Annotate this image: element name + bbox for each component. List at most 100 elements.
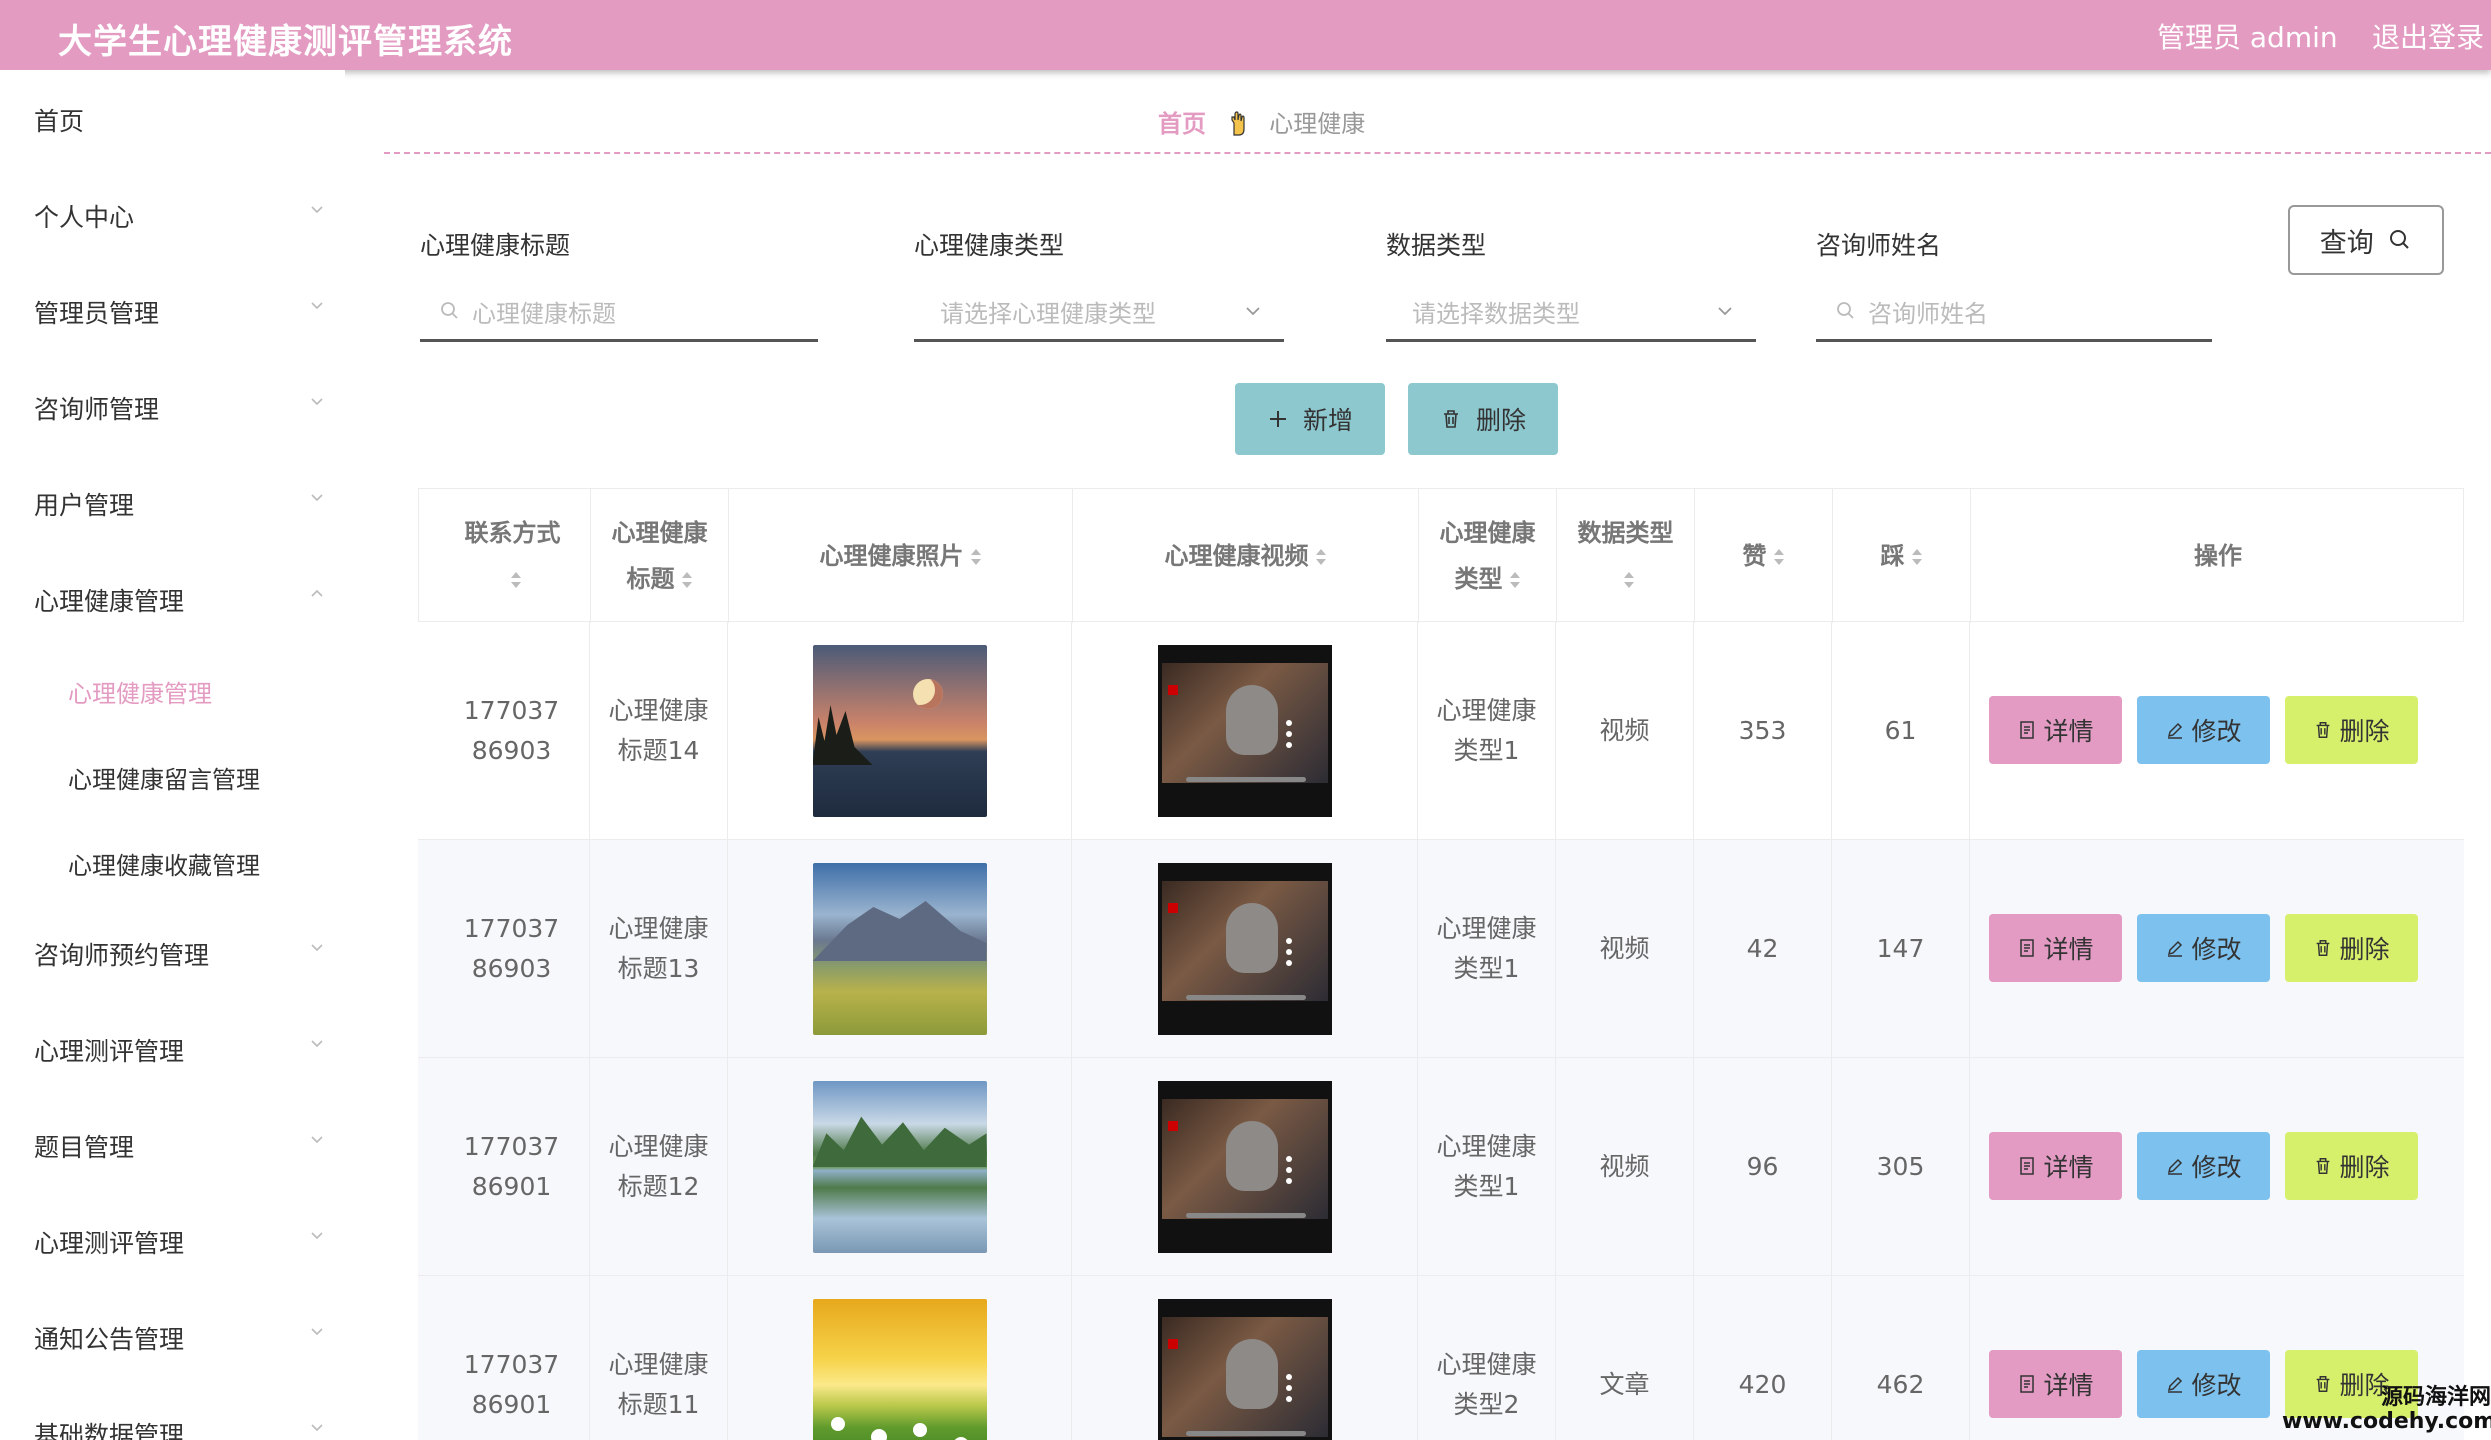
video-player[interactable] (1157, 1299, 1332, 1440)
query-button[interactable]: 查询 (2288, 205, 2444, 275)
detail-button[interactable]: 详情 (1989, 1132, 2122, 1200)
video-player[interactable] (1157, 645, 1332, 817)
counselor-search-input[interactable]: 咨询师姓名 (1816, 286, 2212, 342)
sidebar-item-personal-center[interactable]: 个人中心 (34, 198, 324, 234)
cell-dislikes: 61 (1832, 622, 1970, 840)
sidebar-item-users[interactable]: 用户管理 (34, 486, 324, 522)
more-vertical-icon[interactable] (1285, 1373, 1292, 1403)
col-photo[interactable]: 心理健康照片 (729, 489, 1073, 623)
photo-thumbnail[interactable] (812, 645, 987, 817)
more-vertical-icon[interactable] (1285, 1155, 1292, 1185)
chevron-up-icon (311, 589, 323, 597)
cell-data-type: 文章 (1556, 1276, 1694, 1440)
chevron-down-icon (1246, 307, 1260, 316)
sidebar-subitem-favorites[interactable]: 心理健康收藏管理 (68, 846, 260, 881)
sort-icon (1623, 572, 1634, 588)
query-button-label: 查询 (2319, 227, 2374, 259)
col-data-type-label: 数据类型 (1577, 519, 1674, 547)
sidebar-item-base-data[interactable]: 基础数据管理 (34, 1416, 324, 1440)
col-title[interactable]: 心理健康标题 (591, 489, 729, 623)
delete-button[interactable]: 删除 (2285, 1132, 2418, 1200)
sidebar-item-assessment[interactable]: 心理测评管理 (34, 1032, 324, 1068)
cell-contact: 17703786901 (434, 1276, 590, 1440)
detail-button[interactable]: 详情 (1989, 1350, 2122, 1418)
batch-delete-button[interactable]: 删除 (1408, 383, 1558, 455)
photo-thumbnail[interactable] (812, 863, 987, 1035)
col-data-type[interactable]: 数据类型 (1557, 489, 1695, 623)
cell-video (1072, 622, 1418, 840)
video-player[interactable] (1157, 863, 1332, 1035)
cell-title: 心理健康标题11 (590, 1276, 728, 1440)
type-select[interactable]: 请选择心理健康类型 (914, 286, 1284, 342)
edit-button[interactable]: 修改 (2137, 1350, 2270, 1418)
cell-dislikes: 305 (1832, 1058, 1970, 1276)
cell-video (1072, 840, 1418, 1058)
sidebar-subitem-mental-health[interactable]: 心理健康管理 (68, 674, 212, 709)
col-contact[interactable]: 联系方式 (435, 489, 591, 623)
edit-button[interactable]: 修改 (2137, 914, 2270, 982)
sidebar-item-home[interactable]: 首页 (34, 102, 324, 138)
edit-button[interactable]: 修改 (2137, 1132, 2270, 1200)
search-icon (441, 302, 458, 319)
delete-button[interactable]: 删除 (2285, 914, 2418, 982)
add-button-label: 新增 (1302, 406, 1353, 435)
delete-button[interactable]: 删除 (2285, 696, 2418, 764)
col-contact-label: 联系方式 (464, 519, 561, 547)
cell-type: 心理健康类型1 (1418, 1058, 1556, 1276)
more-vertical-icon[interactable] (1285, 937, 1292, 967)
col-video[interactable]: 心理健康视频 (1073, 489, 1419, 623)
table-header: 联系方式 心理健康标题 心理健康照片 心理健康视频 心理健康类型 数据类型 赞 … (418, 488, 2465, 623)
video-player[interactable] (1157, 1081, 1332, 1253)
chevron-down-icon (311, 398, 323, 406)
logout-link[interactable]: 退出登录 (2372, 16, 2484, 56)
data-type-select[interactable]: 请选择数据类型 (1386, 286, 1756, 342)
sort-icon (970, 549, 981, 565)
sort-icon (1773, 549, 1784, 565)
cell-likes: 96 (1694, 1058, 1832, 1276)
sidebar-item-mental-health[interactable]: 心理健康管理 (34, 582, 324, 618)
chevron-down-icon (311, 1136, 323, 1144)
chevron-down-icon (311, 1232, 323, 1240)
col-dislikes[interactable]: 踩 (1833, 489, 1971, 623)
more-vertical-icon[interactable] (1285, 719, 1292, 749)
title-search-input[interactable]: 心理健康标题 (420, 286, 818, 342)
sort-icon (1315, 549, 1326, 565)
sidebar-item-admin[interactable]: 管理员管理 (34, 294, 324, 330)
edit-button[interactable]: 修改 (2137, 696, 2270, 764)
col-likes[interactable]: 赞 (1695, 489, 1833, 623)
sort-icon (1911, 549, 1922, 565)
sidebar-item-counselor[interactable]: 咨询师管理 (34, 390, 324, 426)
cell-video (1072, 1058, 1418, 1276)
sidebar-item-questions[interactable]: 题目管理 (34, 1128, 324, 1164)
cell-type: 心理健康类型1 (1418, 622, 1556, 840)
photo-thumbnail[interactable] (812, 1081, 987, 1253)
breadcrumb-current: 心理健康 (1269, 110, 1366, 138)
chevron-down-icon (311, 1424, 323, 1432)
trash-icon (1444, 410, 1459, 428)
cell-likes: 42 (1694, 840, 1832, 1058)
sidebar-item-assessment-2[interactable]: 心理测评管理 (34, 1224, 324, 1260)
sidebar-item-appointments[interactable]: 咨询师预约管理 (34, 936, 324, 972)
photo-thumbnail[interactable] (812, 1299, 987, 1440)
document-icon (2020, 939, 2035, 957)
add-button[interactable]: 新增 (1235, 383, 1385, 455)
cell-contact: 17703786903 (434, 840, 590, 1058)
col-ops: 操作 (1971, 489, 2465, 623)
detail-button[interactable]: 详情 (1989, 696, 2122, 764)
trash-icon (2317, 1158, 2330, 1174)
chevron-down-icon (311, 944, 323, 952)
chevron-down-icon (311, 1040, 323, 1048)
document-icon (2020, 1375, 2035, 1393)
sidebar-subitem-comments[interactable]: 心理健康留言管理 (68, 760, 260, 795)
current-user[interactable]: 管理员 admin (2157, 16, 2338, 56)
cell-data-type: 视频 (1556, 1058, 1694, 1276)
detail-button[interactable]: 详情 (1989, 914, 2122, 982)
col-type[interactable]: 心理健康类型 (1419, 489, 1557, 623)
sidebar-item-label: 用户管理 (34, 491, 135, 520)
breadcrumb-home[interactable]: 首页 (1158, 110, 1206, 138)
document-icon (2020, 721, 2035, 739)
sidebar-item-notices[interactable]: 通知公告管理 (34, 1320, 324, 1356)
sidebar-item-label: 首页 (34, 107, 85, 136)
chevron-down-icon (311, 1328, 323, 1336)
breadcrumb: 首页 心理健康 (1158, 104, 1365, 139)
